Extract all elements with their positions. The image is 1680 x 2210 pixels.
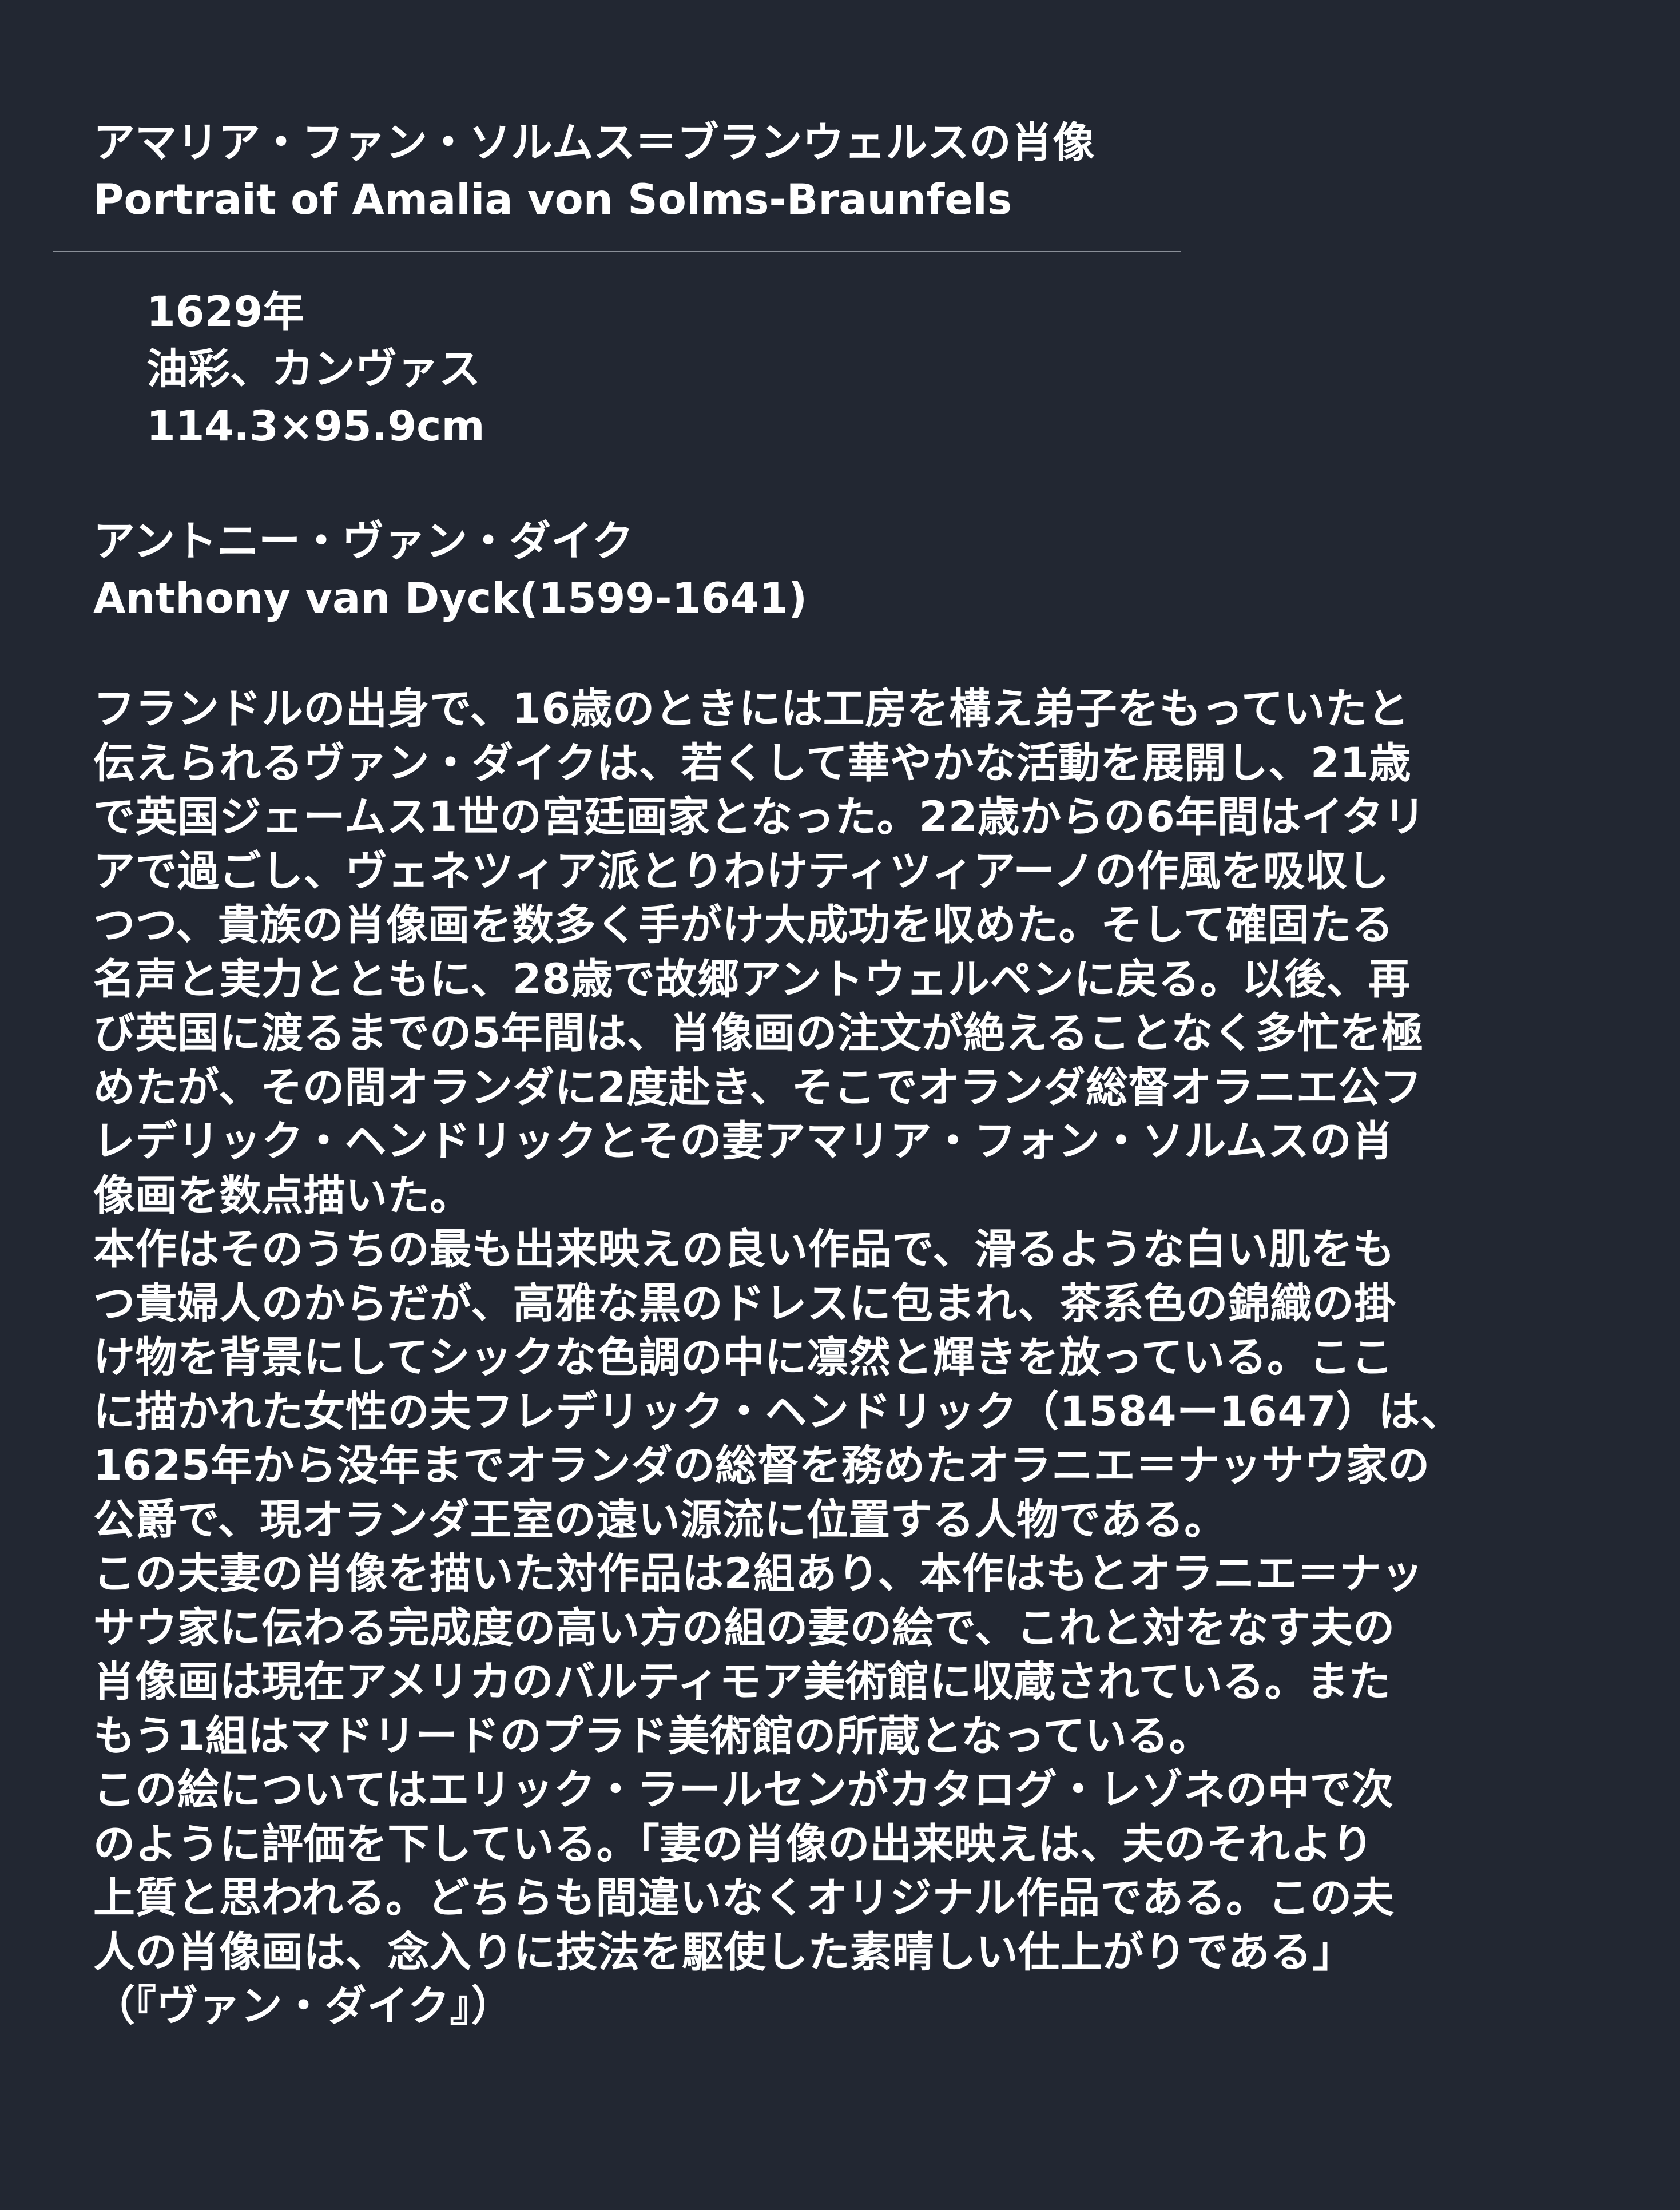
description-line: 公爵で、現オランダ王室の遠い源流に位置する人物である。 [93,1495,1226,1544]
description-line: 本作はそのうちの最も出来映えの良い作品で、滑るような白い肌をも [93,1225,1395,1274]
artist-name-english: Anthony van Dyck(1599-1641) [93,574,808,623]
description-line: もう1組はマドリードのプラド美術館の所蔵となっている。 [93,1711,1212,1760]
artwork-dimensions: 114.3×95.9cm [146,402,485,451]
description-line: つ貴婦人のからだが、高雅な黒のドレスに包まれ、茶系色の錦織の掛 [93,1279,1396,1328]
description-line: で英国ジェームス1世の宮廷画家となった。22歳からの6年間はイタリ [93,793,1426,841]
title-english: Portrait of Amalia von Solms-Braunfels [93,176,1012,224]
description-line: に描かれた女性の夫フレデリック・ヘンドリック（1584ー1647）は、 [93,1387,1463,1436]
title-divider [53,251,1181,252]
caption-panel: アマリア・ファン・ソルムス＝ブランウェルスの肖像 Portrait of Ama… [0,0,1680,2210]
description-line: サウ家に伝わる完成度の高い方の組の妻の絵で、これと対をなす夫の [93,1603,1395,1652]
description-line: つつ、貴族の肖像画を数多く手がけ大成功を収めた。そして確固たる [93,901,1394,949]
description-line: （『ヴァン・ダイク』） [93,1982,514,2030]
description-line: レデリック・ヘンドリックとその妻アマリア・フォン・ソルムスの肖 [93,1117,1394,1166]
artwork-title: アマリア・ファン・ソルムス＝ブランウェルスの肖像 Portrait of Ama… [93,114,1580,229]
artwork-description: フランドルの出身で、16歳のときには工房を構え弟子をもっていたと 伝えられるヴァ… [93,682,1580,2034]
artwork-medium: 油彩、カンヴァス [146,345,480,393]
description-line: のように評価を下している。「妻の肖像の出来映えは、夫のそれより [93,1819,1374,1869]
description-line: 名声と実力とともに、28歳で故郷アントウェルペンに戻る。以後、再 [93,955,1411,1004]
description-line: めたが、その間オランダに2度赴き、そこでオランダ総督オラニエ公フ [93,1063,1423,1112]
description-line: 肖像画は現在アメリカのバルティモア美術館に収蔵されている。また [93,1658,1391,1706]
description-line: 人の肖像画は、念入りに技法を駆使した素晴しい仕上がりである」 [93,1927,1355,1977]
artwork-details: 1629年 油彩、カンヴァス 114.3×95.9cm [146,284,1290,455]
description-line: この絵についてはエリック・ラールセンがカタログ・レゾネの中で次 [93,1766,1394,1814]
description-line: 伝えられるヴァン・ダイクは、若くして華やかな活動を展開し、21歳 [93,738,1411,788]
description-line: 上質と思われる。どちらも間違いなくオリジナル作品である。この夫 [93,1874,1395,1922]
description-line: この夫妻の肖像を描いた対作品は2組あり、本作はもとオラニエ＝ナッ [93,1549,1424,1598]
artwork-year: 1629年 [146,288,305,336]
description-line: び英国に渡るまでの5年間は、肖像画の注文が絶えることなく多忙を極 [93,1009,1424,1058]
description-line: 像画を数点描いた。 [93,1171,472,1220]
description-line: け物を背景にしてシックな色調の中に凛然と輝きを放っている。ここ [93,1333,1393,1382]
description-line: フランドルの出身で、16歳のときには工房を構え弟子をもっていたと [93,685,1410,733]
artist-info: アントニー・ヴァン・ダイク Anthony van Dyck(1599-1641… [93,513,1580,627]
artist-name-japanese: アントニー・ヴァン・ダイク [93,517,634,566]
title-japanese: アマリア・ファン・ソルムス＝ブランウェルスの肖像 [93,118,1095,167]
description-line: アで過ごし、ヴェネツィア派とりわけティツィアーノの作風を吸収し [93,846,1389,896]
description-line: 1625年から没年までオランダの総督を務めたオラニエ＝ナッサウ家の [93,1441,1430,1490]
